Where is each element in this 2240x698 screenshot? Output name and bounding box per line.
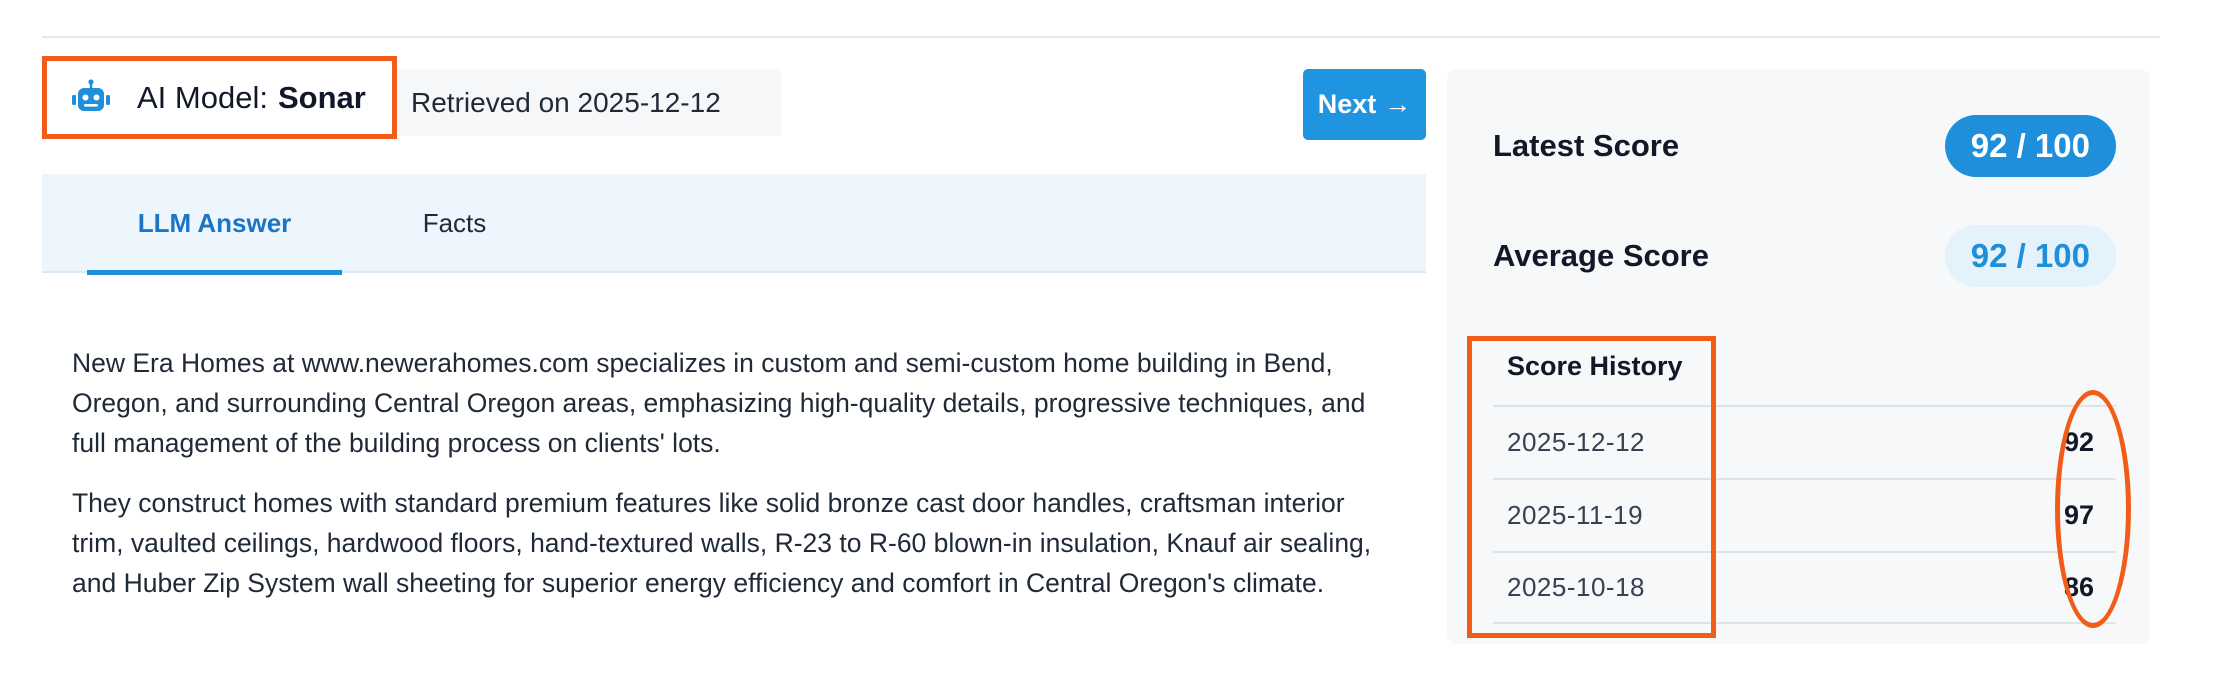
model-indicator: AI Model: Sonar <box>42 56 397 139</box>
tab-label: LLM Answer <box>137 208 292 238</box>
tab-facts[interactable]: Facts <box>382 174 527 273</box>
top-divider <box>42 36 2160 38</box>
retrieved-date: Retrieved on 2025-12-12 <box>397 69 781 136</box>
next-button[interactable]: Next → <box>1303 69 1426 140</box>
tab-llm-answer[interactable]: LLM Answer <box>87 174 342 275</box>
tab-bar: LLM Answer Facts <box>42 174 1426 275</box>
average-score-badge: 92 / 100 <box>1944 225 2116 287</box>
model-label: AI Model: <box>137 79 268 115</box>
arrow-right-icon: → <box>1384 89 1412 119</box>
average-score-label: Average Score <box>1493 238 1709 273</box>
answer-paragraph: New Era Homes at www.newerahomes.com spe… <box>72 348 1366 458</box>
average-score-row: Average Score 92 / 100 <box>1493 225 2116 287</box>
model-label-group: AI Model: Sonar <box>137 80 366 116</box>
score-highlight-ellipse <box>2055 390 2131 628</box>
model-name: Sonar <box>277 79 366 115</box>
latest-score-badge: 92 / 100 <box>1944 115 2116 177</box>
latest-score-row: Latest Score 92 / 100 <box>1493 115 2116 177</box>
history-highlight-box <box>1467 336 1716 638</box>
latest-score-label: Latest Score <box>1493 128 1680 163</box>
robot-icon <box>71 78 111 118</box>
answer-paragraph: They construct homes with standard premi… <box>72 488 1372 598</box>
tab-label: Facts <box>422 208 487 238</box>
next-button-label: Next <box>1317 89 1377 119</box>
llm-answer-content: New Era Homes at www.newerahomes.com spe… <box>72 343 1372 623</box>
